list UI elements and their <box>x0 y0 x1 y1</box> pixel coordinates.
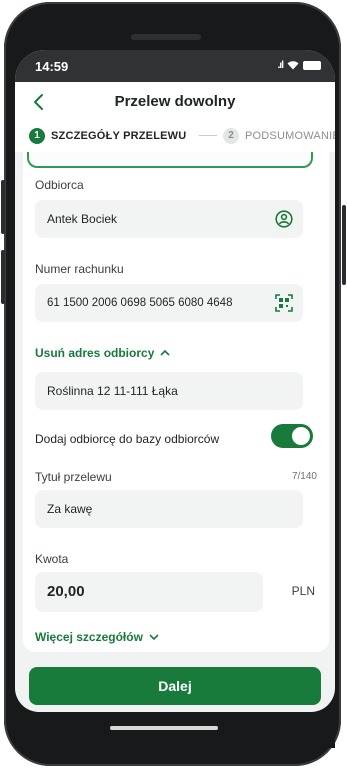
page-title: Przelew dowolny <box>114 93 236 110</box>
remove-address-text: Usuń adres odbiorcy <box>35 346 155 360</box>
transfer-title-field[interactable]: Za kawę <box>35 490 303 528</box>
transfer-title-value: Za kawę <box>47 502 93 516</box>
step-1-label: SZCZEGÓŁY PRZELEWU <box>51 130 187 142</box>
save-recipient-toggle[interactable] <box>271 424 313 448</box>
next-button[interactable]: Dalej <box>29 667 321 705</box>
address-value: Roślinna 12 11-111 Łąka <box>47 384 178 398</box>
wifi-icon <box>287 61 299 70</box>
currency-label: PLN <box>291 584 315 598</box>
volume-down-button <box>1 250 5 304</box>
status-bar: 14:59 .ıl <box>15 50 335 82</box>
contact-person-icon[interactable] <box>275 210 293 228</box>
chevron-down-icon <box>149 634 159 641</box>
step-1-number: 1 <box>29 128 45 144</box>
remove-address-link[interactable]: Usuń adres odbiorcy <box>35 346 170 360</box>
recipient-field[interactable]: Antek Bociek <box>35 200 303 238</box>
bottom-bezel <box>15 712 335 748</box>
form-card: Odbiorca Antek Bociek Numer rachunku 61 … <box>23 152 329 652</box>
more-details-text: Więcej szczegółów <box>35 630 143 644</box>
amount-field[interactable]: 20,00 <box>35 572 263 612</box>
transfer-form: Odbiorca Antek Bociek Numer rachunku 61 … <box>23 152 329 660</box>
amount-label: Kwota <box>35 552 69 566</box>
power-button <box>342 205 346 285</box>
progress-stepper: 1 SZCZEGÓŁY PRZELEWU 2 PODSUMOWANIE <box>15 122 335 152</box>
chevron-up-icon <box>160 349 170 356</box>
account-number-field[interactable]: 61 1500 2006 0698 5065 6080 4648 <box>35 284 303 322</box>
more-details-link[interactable]: Więcej szczegółów <box>35 630 159 644</box>
address-field[interactable]: Roślinna 12 11-111 Łąka <box>35 372 303 410</box>
account-number-label: Numer rachunku <box>35 262 124 276</box>
volume-up-button <box>1 180 5 234</box>
home-indicator[interactable] <box>110 726 218 730</box>
step-2-number: 2 <box>223 128 239 144</box>
recipient-label: Odbiorca <box>35 178 84 192</box>
transfer-title-label: Tytuł przelewu <box>35 470 112 484</box>
title-char-counter: 7/140 <box>291 471 317 482</box>
amount-value: 20,00 <box>47 583 85 600</box>
step-2-label: PODSUMOWANIE <box>245 130 335 142</box>
qr-scan-icon[interactable] <box>275 294 293 312</box>
battery-icon <box>303 60 321 70</box>
toggle-knob <box>292 427 310 445</box>
source-account-field[interactable] <box>27 152 313 168</box>
app-screen: 14:59 .ıl Przelew dowolny 1 SZCZEGÓŁY PR… <box>15 50 335 712</box>
status-icons: .ıl <box>278 59 321 71</box>
status-time: 14:59 <box>35 59 69 74</box>
recipient-value: Antek Bociek <box>47 212 118 226</box>
signal-icon: .ıl <box>277 59 284 71</box>
app-header: Przelew dowolny <box>15 82 335 122</box>
account-number-value: 61 1500 2006 0698 5065 6080 4648 <box>47 297 233 309</box>
speaker-grille <box>131 34 201 40</box>
step-connector <box>199 135 217 136</box>
save-recipient-label: Dodaj odbiorcę do bazy odbiorców <box>35 432 220 446</box>
